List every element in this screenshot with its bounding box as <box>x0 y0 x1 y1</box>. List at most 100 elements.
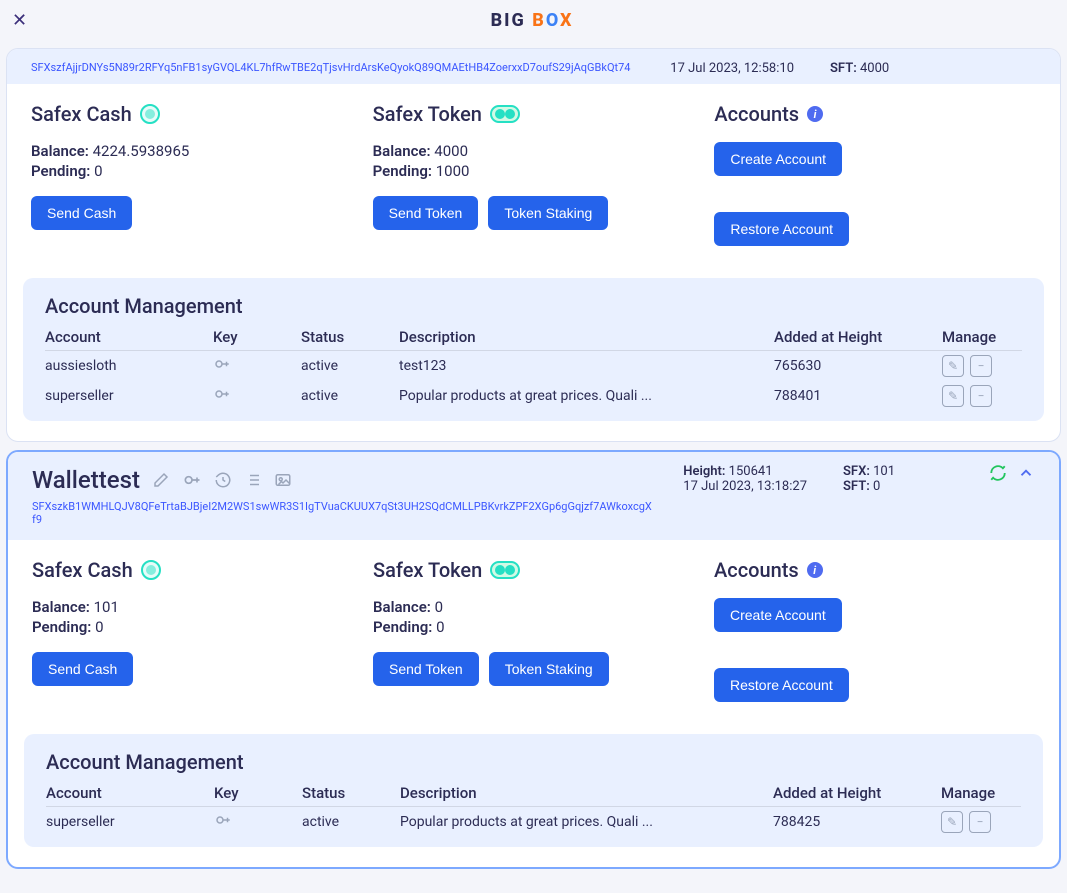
safex-cash-title: Safex Cash <box>31 102 132 126</box>
sfx-label: SFX: <box>843 464 870 479</box>
col-height: Added at Height <box>773 784 933 802</box>
history-icon[interactable] <box>214 471 232 489</box>
sft-label: SFT: <box>843 479 870 494</box>
create-account-button[interactable]: Create Account <box>714 598 842 632</box>
list-icon[interactable] <box>244 471 262 489</box>
account-status: active <box>301 388 391 404</box>
cash-balance: 4224.5938965 <box>93 142 190 160</box>
safex-cash-title: Safex Cash <box>32 558 133 582</box>
col-status: Status <box>302 784 392 802</box>
wallet-header[interactable]: Wallettest SFXszkB1WMHLQJV8QFeTrtaBJBjeI… <box>8 452 1059 540</box>
pending-label: Pending: <box>373 618 432 636</box>
account-status: active <box>301 358 391 374</box>
col-account: Account <box>45 328 205 346</box>
account-management-title: Account Management <box>46 750 1021 774</box>
cash-pending: 0 <box>94 162 102 180</box>
wallet-card: SFXszfAjjrDNYs5N89r2RFYq5nFB1syGVQL4KL7h… <box>6 48 1061 442</box>
balance-label: Balance: <box>32 598 90 616</box>
accounts-title: Accounts <box>714 102 799 126</box>
account-desc: test123 <box>399 358 766 374</box>
send-token-button[interactable]: Send Token <box>373 652 479 686</box>
remove-icon[interactable]: − <box>970 355 992 377</box>
sft-value: 0 <box>873 479 880 494</box>
safex-token-panel: Safex Token Balance: 0 Pending: 0 Send T… <box>373 558 694 710</box>
account-management-title: Account Management <box>45 294 1022 318</box>
account-management: Account Management Account Key Status De… <box>23 278 1044 421</box>
col-status: Status <box>301 328 391 346</box>
image-icon[interactable] <box>274 471 292 489</box>
close-icon[interactable]: ✕ <box>12 10 27 31</box>
send-token-button[interactable]: Send Token <box>373 196 479 230</box>
account-height: 788425 <box>773 814 933 830</box>
wallet-card: Wallettest SFXszkB1WMHLQJV8QFeTrtaBJBjeI… <box>6 450 1061 869</box>
wallet-address[interactable]: SFXszfAjjrDNYs5N89r2RFYq5nFB1syGVQL4KL7h… <box>31 61 651 74</box>
accounts-title: Accounts <box>714 558 799 582</box>
wallet-address[interactable]: SFXszkB1WMHLQJV8QFeTrtaBJBjeI2M2WS1swWR3… <box>32 500 652 526</box>
token-balance: 0 <box>435 598 443 616</box>
create-account-button[interactable]: Create Account <box>714 142 842 176</box>
table-row: superseller active Popular products at g… <box>46 807 1021 837</box>
col-desc: Description <box>400 784 765 802</box>
pending-label: Pending: <box>32 618 91 636</box>
token-icon <box>490 105 520 123</box>
accounts-panel: Accounts i Create Account Restore Accoun… <box>714 558 1035 710</box>
balance-label: Balance: <box>373 142 431 160</box>
safex-cash-panel: Safex Cash Balance: 101 Pending: 0 Send … <box>32 558 353 710</box>
restore-account-button[interactable]: Restore Account <box>714 668 849 702</box>
remove-icon[interactable]: − <box>970 385 992 407</box>
cash-coin-icon <box>141 560 161 580</box>
col-height: Added at Height <box>774 328 934 346</box>
send-cash-button[interactable]: Send Cash <box>32 652 133 686</box>
chevron-up-icon[interactable] <box>1017 464 1035 486</box>
key-icon[interactable] <box>213 355 293 377</box>
account-desc: Popular products at great prices. Quali … <box>400 814 765 830</box>
safex-cash-panel: Safex Cash Balance: 4224.5938965 Pending… <box>31 102 353 254</box>
token-pending: 1000 <box>436 162 470 180</box>
account-management: Account Management Account Key Status De… <box>24 734 1043 847</box>
balance-label: Balance: <box>31 142 89 160</box>
token-staking-button[interactable]: Token Staking <box>488 196 608 230</box>
send-cash-button[interactable]: Send Cash <box>31 196 132 230</box>
cash-balance: 101 <box>94 598 119 616</box>
info-icon[interactable]: i <box>807 106 823 122</box>
account-desc: Popular products at great prices. Quali … <box>399 388 766 404</box>
safex-token-title: Safex Token <box>373 102 482 126</box>
sfx-value: 101 <box>873 464 895 479</box>
sft-label: SFT: <box>830 61 857 76</box>
token-balance: 4000 <box>434 142 468 160</box>
col-key: Key <box>213 328 293 346</box>
wallet-name: Wallettest <box>32 466 140 494</box>
restore-account-button[interactable]: Restore Account <box>714 212 849 246</box>
wallet-date: 17 Jul 2023, 13:18:27 <box>683 479 807 494</box>
safex-token-panel: Safex Token Balance: 4000 Pending: 1000 … <box>373 102 695 254</box>
height-value: 150641 <box>729 464 773 479</box>
key-icon[interactable] <box>182 470 202 490</box>
col-account: Account <box>46 784 206 802</box>
account-status: active <box>302 814 392 830</box>
account-height: 765630 <box>774 358 934 374</box>
balance-label: Balance: <box>373 598 431 616</box>
app-logo: BIG BOX <box>491 10 574 31</box>
table-row: aussiesloth active test123 765630 ✎ − <box>45 351 1022 381</box>
cash-pending: 0 <box>95 618 103 636</box>
table-row: superseller active Popular products at g… <box>45 381 1022 411</box>
col-manage: Manage <box>941 784 1021 802</box>
edit-icon[interactable]: ✎ <box>941 811 963 833</box>
safex-token-title: Safex Token <box>373 558 482 582</box>
key-icon[interactable] <box>213 385 293 407</box>
refresh-icon[interactable] <box>989 464 1007 486</box>
remove-icon[interactable]: − <box>969 811 991 833</box>
edit-icon[interactable] <box>152 471 170 489</box>
token-icon <box>490 561 520 579</box>
account-name: superseller <box>45 388 205 404</box>
token-staking-button[interactable]: Token Staking <box>489 652 609 686</box>
key-icon[interactable] <box>214 811 294 833</box>
account-height: 788401 <box>774 388 934 404</box>
edit-icon[interactable]: ✎ <box>942 355 964 377</box>
info-icon[interactable]: i <box>807 562 823 578</box>
wallet-header: SFXszfAjjrDNYs5N89r2RFYq5nFB1syGVQL4KL7h… <box>7 49 1060 84</box>
sft-value: 4000 <box>860 61 889 76</box>
edit-icon[interactable]: ✎ <box>942 385 964 407</box>
wallet-date: 17 Jul 2023, 12:58:10 <box>670 61 794 76</box>
account-name: aussiesloth <box>45 358 205 374</box>
